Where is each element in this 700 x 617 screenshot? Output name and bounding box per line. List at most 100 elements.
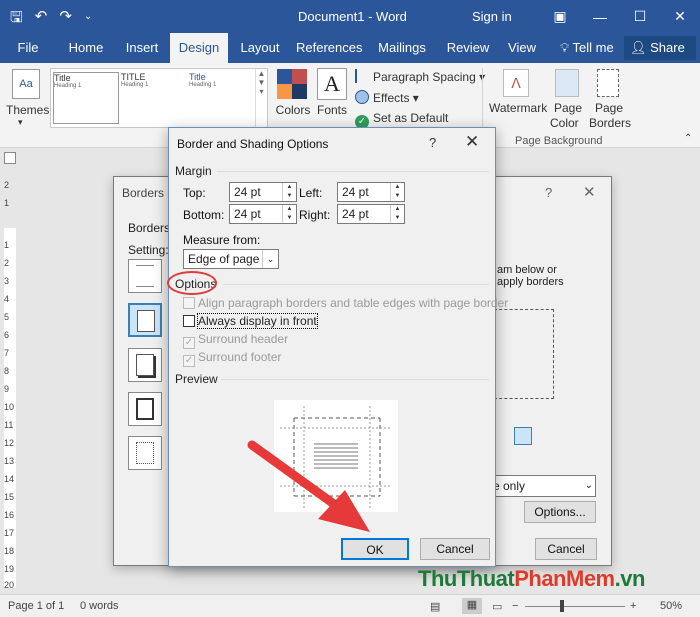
top-margin-field[interactable]: 24 pt ▲ ▼ — [229, 182, 297, 202]
gallery-scroll[interactable]: ▲ ▼ ▾ — [255, 69, 267, 127]
tab-view[interactable]: View — [502, 33, 542, 63]
ruler-number: 1 — [4, 240, 10, 250]
options-button[interactable]: Options... — [524, 501, 596, 523]
colors-icon[interactable] — [277, 69, 307, 99]
tab-review[interactable]: Review — [444, 33, 492, 63]
left-margin-field[interactable]: 24 pt ▲ ▼ — [337, 182, 405, 202]
redo-icon[interactable]: ↷ — [59, 7, 72, 32]
set-default-label: Set as Default — [373, 111, 449, 125]
surround-footer-checkbox[interactable]: ✓ Surround footer — [183, 350, 281, 367]
fonts-button[interactable]: Fonts — [315, 103, 349, 117]
save-icon[interactable]: 🖫 — [10, 7, 23, 32]
align-borders-label: Align paragraph borders and table edges … — [198, 296, 509, 310]
maximize-icon[interactable]: ☐ — [620, 0, 660, 33]
ruler-number: 6 — [4, 330, 10, 340]
setting-custom[interactable] — [128, 436, 162, 470]
help-icon[interactable]: ? — [545, 185, 552, 200]
checkbox-box — [183, 315, 195, 327]
zoom-level[interactable]: 50% — [660, 600, 682, 612]
collapse-ribbon-icon[interactable]: ⌃ — [684, 133, 692, 144]
apply-to-select[interactable]: e only ⌄ — [488, 475, 596, 497]
ruler-number: 7 — [4, 348, 10, 358]
cancel-button[interactable]: Cancel — [420, 538, 490, 560]
spin-arrows[interactable]: ▲ ▼ — [282, 183, 296, 201]
quick-access-toolbar: 🖫 ↶ ↷ ⌄ — [10, 7, 92, 32]
checkbox-box: ✓ — [183, 337, 195, 349]
undo-icon[interactable]: ↶ — [35, 7, 48, 32]
zoom-slider-thumb[interactable] — [560, 600, 564, 612]
annotation-circle — [167, 271, 217, 295]
setting-box[interactable] — [128, 303, 162, 337]
paragraph-spacing-button[interactable]: Paragraph Spacing ▾ — [355, 69, 485, 84]
tab-selector[interactable] — [4, 152, 16, 164]
tab-mailings[interactable]: Mailings — [370, 33, 434, 63]
setting-3d[interactable] — [128, 392, 162, 426]
watermark-icon[interactable]: ᐱ — [503, 69, 529, 97]
read-mode-icon[interactable]: ▤ — [430, 600, 440, 613]
close-icon[interactable]: ✕ — [660, 0, 700, 33]
spin-arrows[interactable]: ▲ ▼ — [390, 205, 404, 223]
zoom-slider[interactable] — [525, 606, 625, 607]
tell-me-search[interactable]: 💡︎ Tell me — [560, 33, 614, 63]
word-count[interactable]: 0 words — [80, 600, 119, 612]
themes-button[interactable]: Themes — [6, 103, 49, 117]
chevron-down-icon: ⌄ — [584, 480, 593, 491]
cancel-button[interactable]: Cancel — [535, 538, 597, 560]
right-margin-field[interactable]: 24 pt ▲ ▼ — [337, 204, 405, 224]
setting-shadow[interactable] — [128, 348, 162, 382]
border-right-toggle[interactable] — [514, 427, 532, 445]
tab-layout[interactable]: Layout — [236, 33, 284, 63]
divider — [217, 171, 489, 172]
style-set-item[interactable]: TITLE Heading 1 — [121, 72, 187, 124]
tab-references[interactable]: References — [296, 33, 362, 63]
dialog-title: Borders a — [122, 186, 175, 200]
page-borders-label-2[interactable]: Borders — [589, 116, 631, 130]
surround-footer-label: Surround footer — [198, 350, 282, 364]
align-borders-checkbox[interactable]: Align paragraph borders and table edges … — [183, 296, 508, 310]
page-borders-icon[interactable] — [597, 69, 619, 97]
always-display-front-checkbox[interactable]: Always display in front — [183, 313, 318, 329]
surround-header-checkbox[interactable]: ✓ Surround header — [183, 332, 288, 349]
ribbon-display-icon[interactable]: ▣ — [540, 0, 580, 33]
close-icon[interactable]: ✕ — [465, 132, 479, 152]
checkbox-box: ✓ — [183, 355, 195, 367]
web-layout-icon[interactable]: ▭ — [492, 600, 502, 613]
setting-none[interactable] — [128, 259, 162, 293]
help-icon[interactable]: ? — [429, 135, 436, 150]
tab-file[interactable]: File — [10, 33, 46, 63]
zoom-out-icon[interactable]: − — [512, 600, 518, 612]
page-count[interactable]: Page 1 of 1 — [8, 600, 64, 612]
share-button[interactable]: 👤︎ Share — [624, 36, 696, 60]
zoom-in-icon[interactable]: + — [630, 600, 636, 612]
fonts-icon[interactable]: A — [317, 68, 347, 100]
ruler-number: 13 — [4, 456, 15, 466]
page-borders-label-1[interactable]: Page — [595, 101, 623, 115]
tab-design[interactable]: Design — [170, 33, 228, 63]
close-icon[interactable]: ✕ — [583, 183, 596, 201]
border-shading-options-dialog: Border and Shading Options ? ✕ Margin To… — [168, 127, 508, 567]
watermark-button[interactable]: Watermark — [489, 101, 547, 115]
ok-button[interactable]: OK — [341, 538, 409, 560]
measure-from-select[interactable]: Edge of page ⌄ — [183, 249, 279, 269]
customize-icon[interactable]: ⌄ — [84, 7, 92, 32]
minimize-icon[interactable]: — — [580, 0, 620, 33]
colors-button[interactable]: Colors — [274, 103, 312, 117]
bottom-margin-field[interactable]: 24 pt ▲ ▼ — [229, 204, 297, 224]
ruler-number: 15 — [4, 492, 15, 502]
sign-in-link[interactable]: Sign in — [472, 9, 512, 24]
tab-home[interactable]: Home — [62, 33, 110, 63]
ruler-number: 3 — [4, 276, 10, 286]
tab-borders[interactable]: Borders — [128, 221, 170, 235]
themes-icon[interactable]: Aa — [12, 69, 40, 99]
page-color-icon[interactable] — [555, 69, 579, 97]
page-color-label-1[interactable]: Page — [554, 101, 582, 115]
style-set-item[interactable]: Title Heading 1 — [53, 72, 119, 124]
spin-arrows[interactable]: ▲ ▼ — [282, 205, 296, 223]
print-layout-icon[interactable]: ▦ — [462, 598, 482, 614]
tab-insert[interactable]: Insert — [120, 33, 164, 63]
effects-button[interactable]: Effects ▾ — [355, 90, 419, 105]
style-set-item[interactable]: Title Heading 1 — [189, 72, 255, 124]
ruler-number: 1 — [4, 198, 10, 208]
spin-arrows[interactable]: ▲ ▼ — [390, 183, 404, 201]
page-color-label-2[interactable]: Color — [550, 116, 579, 130]
